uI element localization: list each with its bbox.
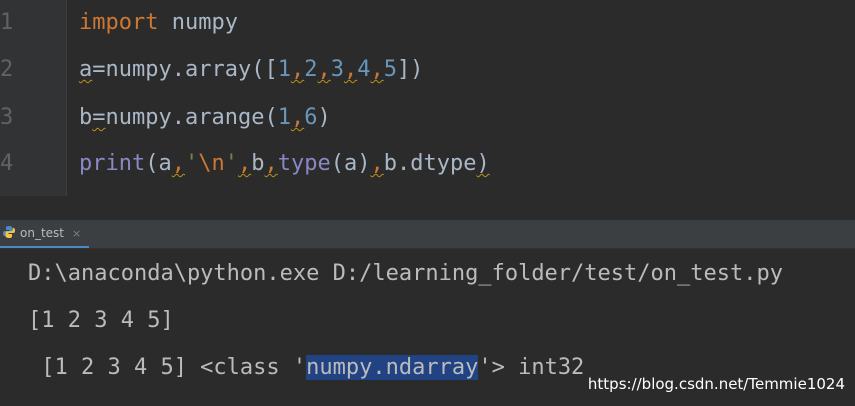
var-b: b	[251, 151, 265, 176]
output-text: '> int32	[478, 355, 585, 380]
console-output-line: [1 2 3 4 5]	[28, 308, 174, 333]
watermark: https://blog.csdn.net/Temmie1024	[587, 375, 845, 393]
comma: ,	[264, 151, 278, 176]
selected-text: numpy.ndarray	[306, 355, 479, 380]
code-line-4[interactable]: print(a,'\n',b,type(a),b.dtype)	[79, 150, 490, 178]
comma: ,	[317, 57, 331, 82]
string-quote: '	[184, 151, 199, 176]
assign-op: =	[92, 57, 106, 82]
comma: ,	[290, 105, 305, 130]
module-name: numpy	[158, 10, 238, 35]
output-text: [1 2 3 4 5] <class '	[28, 355, 307, 380]
number: 1	[277, 105, 291, 130]
line-number: 2	[0, 57, 14, 82]
comma: ,	[290, 57, 305, 82]
close-icon[interactable]: ×	[72, 227, 81, 240]
code-line-1[interactable]: import numpy	[79, 9, 238, 37]
code-editor[interactable]: 1 2 3 4 import numpy a=numpy.array([1,2,…	[0, 0, 855, 196]
comma: ,	[370, 151, 384, 176]
paren-close: )	[476, 151, 490, 176]
paren-arg: (a	[145, 151, 172, 176]
attr-dtype: b.dtype	[383, 151, 477, 176]
number: 1	[277, 57, 291, 82]
comma: ,	[171, 151, 185, 176]
var-a: a	[79, 57, 93, 82]
number: 2	[304, 57, 318, 82]
console-command-line: D:\anaconda\python.exe D:/learning_folde…	[28, 261, 783, 286]
number: 6	[304, 105, 318, 130]
call-arange: numpy.arange(	[105, 105, 278, 130]
comma: ,	[343, 57, 358, 82]
var-b: b	[79, 105, 93, 130]
number: 4	[357, 57, 371, 82]
run-tab-label: on_test	[20, 226, 64, 240]
assign-op: =	[92, 105, 106, 130]
line-number: 3	[0, 105, 14, 130]
call-array: numpy.array([	[105, 57, 278, 82]
comma: ,	[237, 151, 252, 176]
builtin-print: print	[79, 151, 146, 176]
run-tool-window-header: on_test ×	[0, 220, 855, 249]
string-quote: '	[224, 151, 238, 176]
panel-splitter[interactable]	[0, 196, 855, 220]
builtin-type: type	[277, 151, 331, 176]
keyword-import: import	[79, 10, 159, 35]
console-output-line: [1 2 3 4 5] <class 'numpy.ndarray'> int3…	[28, 354, 584, 382]
number: 5	[383, 57, 397, 82]
python-icon	[2, 225, 16, 242]
comma: ,	[370, 57, 384, 82]
code-line-3[interactable]: b=numpy.arange(1,6)	[79, 104, 331, 132]
bracket-close: ])	[396, 57, 424, 82]
code-line-2[interactable]: a=numpy.array([1,2,3,4,5])	[79, 56, 423, 84]
line-number: 1	[0, 10, 14, 35]
run-tab[interactable]: on_test ×	[0, 220, 90, 248]
escape-sequence: \n	[198, 151, 225, 176]
number: 3	[330, 57, 344, 82]
gutter-divider	[66, 0, 67, 196]
paren-arg: (a)	[330, 151, 371, 176]
line-number: 4	[0, 151, 14, 176]
line-number-gutter: 1 2 3 4	[0, 0, 66, 196]
paren-close: )	[317, 105, 331, 130]
